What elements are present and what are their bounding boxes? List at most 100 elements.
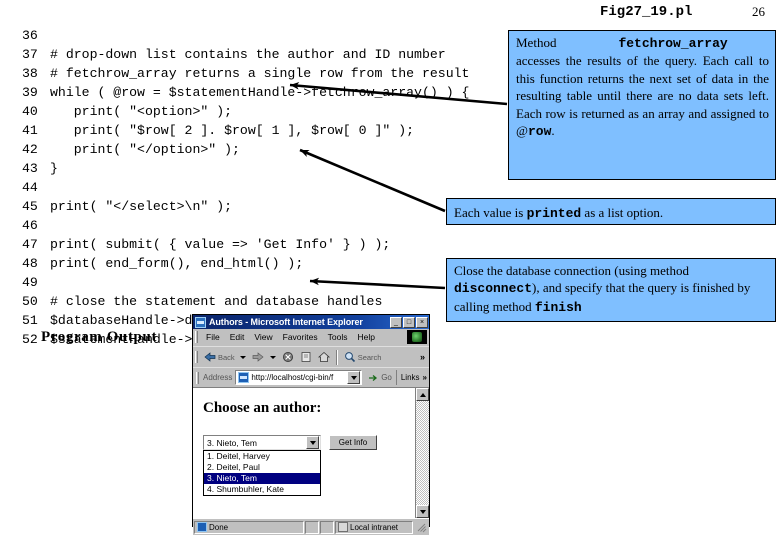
- author-select[interactable]: 3. Nieto, Tem: [203, 435, 321, 450]
- code-line: 48 print( end_form(), end_html() );: [0, 254, 520, 273]
- code-line-number: 51: [22, 313, 38, 328]
- stop-icon: [281, 350, 295, 364]
- code-line: 42 print( "</option>" );: [0, 140, 520, 159]
- minimize-button[interactable]: _: [390, 316, 402, 328]
- maximize-button[interactable]: □: [403, 316, 415, 328]
- status-ie-icon: [197, 522, 207, 532]
- menu-item-favorites[interactable]: Favorites: [278, 332, 323, 342]
- search-icon: [343, 350, 357, 364]
- ie-logo-icon: [407, 330, 427, 344]
- status-zone-pane: Local intranet: [335, 520, 413, 534]
- stop-button[interactable]: [279, 348, 297, 366]
- code-line-number: 36: [22, 28, 38, 43]
- code-line-number: 52: [22, 332, 38, 347]
- back-button[interactable]: Back: [201, 348, 237, 366]
- browser-toolbar: Back Search »: [193, 346, 429, 367]
- callout-printed-part1: Each value is: [454, 205, 527, 220]
- home-button[interactable]: [315, 348, 333, 366]
- figure-page: Fig27_19.pl 26 36 37 # drop-down list cont…: [0, 0, 780, 540]
- dropdown-option[interactable]: 2. Deitel, Paul: [204, 462, 320, 473]
- dropdown-option[interactable]: 3. Nieto, Tem: [204, 473, 320, 484]
- figure-header: Fig27_19.pl 26: [0, 4, 780, 24]
- toolbar-grip[interactable]: [195, 351, 198, 363]
- toolbar-overflow-icon[interactable]: »: [420, 352, 429, 362]
- menu-item-view[interactable]: View: [249, 332, 277, 342]
- forward-arrow-icon: [251, 350, 265, 364]
- links-label: Links: [400, 373, 420, 382]
- code-line-text: print( end_form(), end_html() );: [50, 256, 304, 271]
- resize-grip[interactable]: [414, 520, 428, 535]
- code-line-number: 44: [22, 180, 38, 195]
- content-scrollbar[interactable]: [415, 388, 429, 518]
- page-icon: [238, 372, 250, 383]
- browser-statusbar: Done Local intranet: [193, 518, 429, 535]
- callout-fetchrow-array: Method fetchrow_array accesses the results…: [508, 30, 776, 180]
- menubar-grip[interactable]: [195, 331, 198, 343]
- menu-item-edit[interactable]: Edit: [225, 332, 250, 342]
- forward-dropdown-icon[interactable]: [269, 355, 276, 359]
- callout-printed-part2: as a list option.: [581, 205, 664, 220]
- links-button[interactable]: Links »: [395, 370, 429, 385]
- go-icon: [367, 372, 379, 384]
- browser-window: Authors - Microsoft Internet Explorer _ …: [192, 314, 430, 535]
- callout-close-connection: Close the database connection (using met…: [446, 258, 776, 322]
- forward-button[interactable]: [249, 348, 267, 366]
- back-dropdown-icon[interactable]: [239, 355, 246, 359]
- menu-item-tools[interactable]: Tools: [323, 332, 353, 342]
- code-line-text: # fetchrow_array returns a single row fr…: [50, 66, 470, 81]
- code-line-number: 48: [22, 256, 38, 271]
- code-line-text: # drop-down list contains the author and…: [50, 47, 446, 62]
- links-overflow-icon[interactable]: »: [423, 373, 427, 382]
- scroll-down-button[interactable]: [416, 505, 429, 518]
- toolbar-separator: [335, 349, 338, 365]
- menu-item-file[interactable]: File: [201, 332, 225, 342]
- refresh-button[interactable]: [297, 348, 315, 366]
- callout-fetchrow-body-tail: .: [551, 123, 555, 139]
- code-line-number: 37: [22, 47, 38, 62]
- dropdown-option[interactable]: 1. Deitel, Harvey: [204, 451, 320, 462]
- callout-fetchrow-body-code: row: [527, 124, 552, 140]
- browser-addressbar: Address http://localhost/cgi-bin/f Go Li…: [193, 367, 429, 387]
- go-button[interactable]: Go: [363, 372, 396, 384]
- code-line-number: 47: [22, 237, 38, 252]
- scroll-up-button[interactable]: [416, 388, 429, 401]
- back-label: Back: [218, 352, 235, 362]
- address-input[interactable]: http://localhost/cgi-bin/f: [235, 370, 363, 385]
- code-line-text: print( "</select>\n" );: [50, 199, 233, 214]
- addressbar-grip[interactable]: [196, 371, 199, 384]
- chevron-down-icon: [419, 509, 426, 514]
- search-button[interactable]: Search: [341, 348, 384, 366]
- author-select-value: 3. Nieto, Tem: [207, 437, 257, 448]
- program-output-label: Program Output: [41, 329, 158, 345]
- code-line-number: 43: [22, 161, 38, 176]
- browser-content: Choose an author: 3. Nieto, Tem Get Info…: [193, 387, 429, 518]
- dropdown-option[interactable]: 4. Shumbuhler, Kate: [204, 484, 320, 495]
- code-line: 40 print( "<option>" );: [0, 102, 520, 121]
- code-line-text: }: [50, 161, 58, 176]
- status-pane-2: [305, 520, 319, 534]
- address-dropdown-button[interactable]: [347, 371, 361, 384]
- browser-title: Authors - Microsoft Internet Explorer: [209, 317, 363, 327]
- code-line: 45 print( "</select>\n" );: [0, 197, 520, 216]
- code-line: 44: [0, 178, 520, 197]
- window-controls: _ □ ×: [390, 316, 428, 328]
- code-line-text: print( "</option>" );: [50, 142, 240, 157]
- callout-fetchrow-first-line: Method fetchrow_array: [516, 34, 769, 52]
- callout-close-part1: Close the database connection (using met…: [454, 263, 690, 278]
- get-info-button[interactable]: Get Info: [329, 435, 377, 450]
- author-select-arrow[interactable]: [306, 436, 319, 449]
- code-line-number: 49: [22, 275, 38, 290]
- close-button[interactable]: ×: [416, 316, 428, 328]
- author-dropdown-list[interactable]: 1. Deitel, Harvey 2. Deitel, Paul 3. Nieto…: [203, 450, 321, 496]
- address-label: Address: [203, 373, 233, 382]
- go-label: Go: [381, 373, 392, 382]
- status-text: Done: [209, 522, 229, 532]
- menu-item-help[interactable]: Help: [352, 332, 379, 342]
- callout-printed-code: printed: [526, 206, 582, 221]
- code-line-text: # close the statement and database handl…: [50, 294, 383, 309]
- code-line-text: print( "<option>" );: [50, 104, 233, 119]
- browser-app-icon: [195, 316, 206, 328]
- code-line-number: 38: [22, 66, 38, 81]
- callout-fetchrow-lead-label: Method: [516, 35, 557, 50]
- address-value: http://localhost/cgi-bin/f: [251, 373, 334, 382]
